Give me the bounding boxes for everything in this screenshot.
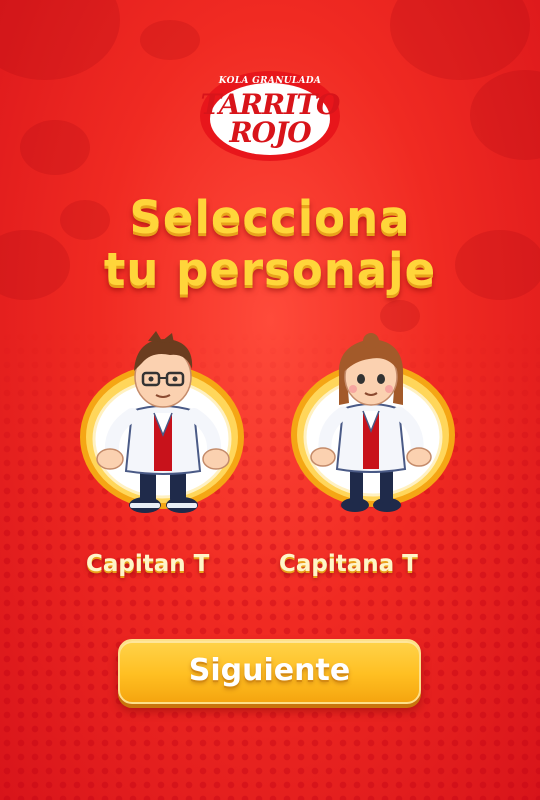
character-select-screen: KOLA GRANULADA TARRITO ROJO Selecciona t…	[0, 0, 540, 800]
brand-logo: KOLA GRANULADA TARRITO ROJO	[197, 68, 343, 164]
female-scientist-character-icon	[291, 333, 455, 512]
bg-bubble	[390, 0, 530, 80]
male-scientist-character-icon	[80, 331, 244, 513]
character-name-capitan-t[interactable]: Capitan T	[86, 551, 256, 577]
next-button-label: Siguiente	[188, 653, 351, 688]
bg-bubble	[470, 70, 540, 160]
character-name-capitana-t[interactable]: Capitana T	[279, 551, 459, 577]
bg-bubble	[20, 120, 90, 175]
character-option-capitana-t[interactable]	[275, 325, 475, 535]
title-line2: tu personaje	[103, 243, 437, 296]
logo-name-line2: ROJO	[229, 116, 311, 149]
page-title: Selecciona tu personaje	[0, 192, 540, 296]
next-button[interactable]: Siguiente	[118, 639, 421, 704]
bg-bubble	[0, 0, 120, 80]
title-line1: Selecciona	[129, 191, 411, 244]
logo-tagline: KOLA GRANULADA	[218, 76, 322, 86]
character-option-capitan-t[interactable]	[70, 325, 270, 535]
bg-bubble	[140, 20, 200, 60]
